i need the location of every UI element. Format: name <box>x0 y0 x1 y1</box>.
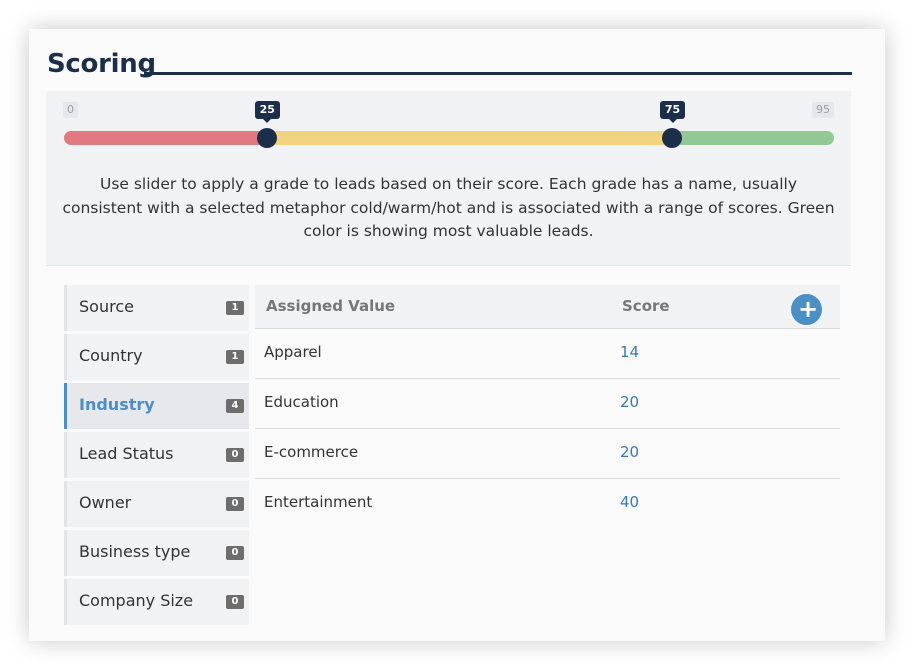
slider-help-text: Use slider to apply a grade to leads bas… <box>62 175 835 240</box>
nav-item-label: Industry <box>79 395 155 414</box>
handle-tooltip-warm-hot: 75 <box>659 101 686 123</box>
plus-icon: + <box>798 295 819 323</box>
title-underline <box>144 72 852 75</box>
slider-max-label: 95 <box>812 102 834 118</box>
slider-min-label: 0 <box>63 102 78 118</box>
nav-item-label: Country <box>79 346 143 365</box>
nav-item-country[interactable]: Country 1 <box>64 334 249 380</box>
assigned-values-table: Assigned Value Score + Apparel 14 Educat… <box>255 285 840 529</box>
nav-item-business-type[interactable]: Business type 0 <box>64 530 249 576</box>
table-row[interactable]: Apparel 14 <box>255 329 840 379</box>
score-cell[interactable]: 20 <box>620 443 639 461</box>
nav-item-owner[interactable]: Owner 0 <box>64 481 249 527</box>
grade-slider-track[interactable] <box>64 131 834 145</box>
section-header: Scoring <box>47 47 852 87</box>
nav-item-label: Lead Status <box>79 444 174 463</box>
count-badge: 1 <box>226 301 244 315</box>
nav-item-company-size[interactable]: Company Size 0 <box>64 579 249 625</box>
nav-item-label: Owner <box>79 493 132 512</box>
scoring-card: Scoring 0 95 25 75 Use slider to apply a… <box>29 29 885 641</box>
count-badge: 0 <box>226 497 244 511</box>
table-row[interactable]: E-commerce 20 <box>255 429 840 479</box>
nav-item-industry[interactable]: Industry 4 <box>64 383 249 429</box>
assigned-value-cell: Apparel <box>264 343 322 361</box>
column-header-score: Score <box>622 297 670 315</box>
page-title: Scoring <box>47 49 156 79</box>
count-badge: 4 <box>226 399 244 413</box>
count-badge: 0 <box>226 595 244 609</box>
table-row[interactable]: Education 20 <box>255 379 840 429</box>
score-cell[interactable]: 20 <box>620 393 639 411</box>
criteria-nav: Source 1 Country 1 Industry 4 Lead Statu… <box>64 285 249 628</box>
assigned-value-cell: E-commerce <box>264 443 359 461</box>
score-cell[interactable]: 40 <box>620 493 639 511</box>
column-header-assigned-value: Assigned Value <box>266 297 396 315</box>
nav-item-label: Business type <box>79 542 191 561</box>
count-badge: 0 <box>226 448 244 462</box>
assigned-value-cell: Education <box>264 393 339 411</box>
table-header: Assigned Value Score + <box>255 285 840 329</box>
warm-range <box>266 131 672 145</box>
count-badge: 1 <box>226 350 244 364</box>
nav-item-lead-status[interactable]: Lead Status 0 <box>64 432 249 478</box>
table-row[interactable]: Entertainment 40 <box>255 479 840 529</box>
slider-panel: 0 95 25 75 Use slider to apply a grade t… <box>46 91 851 266</box>
nav-item-source[interactable]: Source 1 <box>64 285 249 331</box>
count-badge: 0 <box>226 546 244 560</box>
cold-range <box>64 131 267 145</box>
handle-tooltip-cold-warm: 25 <box>254 101 280 123</box>
nav-item-label: Company Size <box>79 591 194 610</box>
slider-handle-warm-hot[interactable] <box>661 128 682 148</box>
score-cell[interactable]: 14 <box>620 343 639 361</box>
add-value-button[interactable]: + <box>791 294 822 325</box>
hot-range <box>671 131 834 145</box>
nav-item-label: Source <box>79 297 134 316</box>
assigned-value-cell: Entertainment <box>264 493 373 511</box>
slider-handle-cold-warm[interactable] <box>256 128 277 148</box>
